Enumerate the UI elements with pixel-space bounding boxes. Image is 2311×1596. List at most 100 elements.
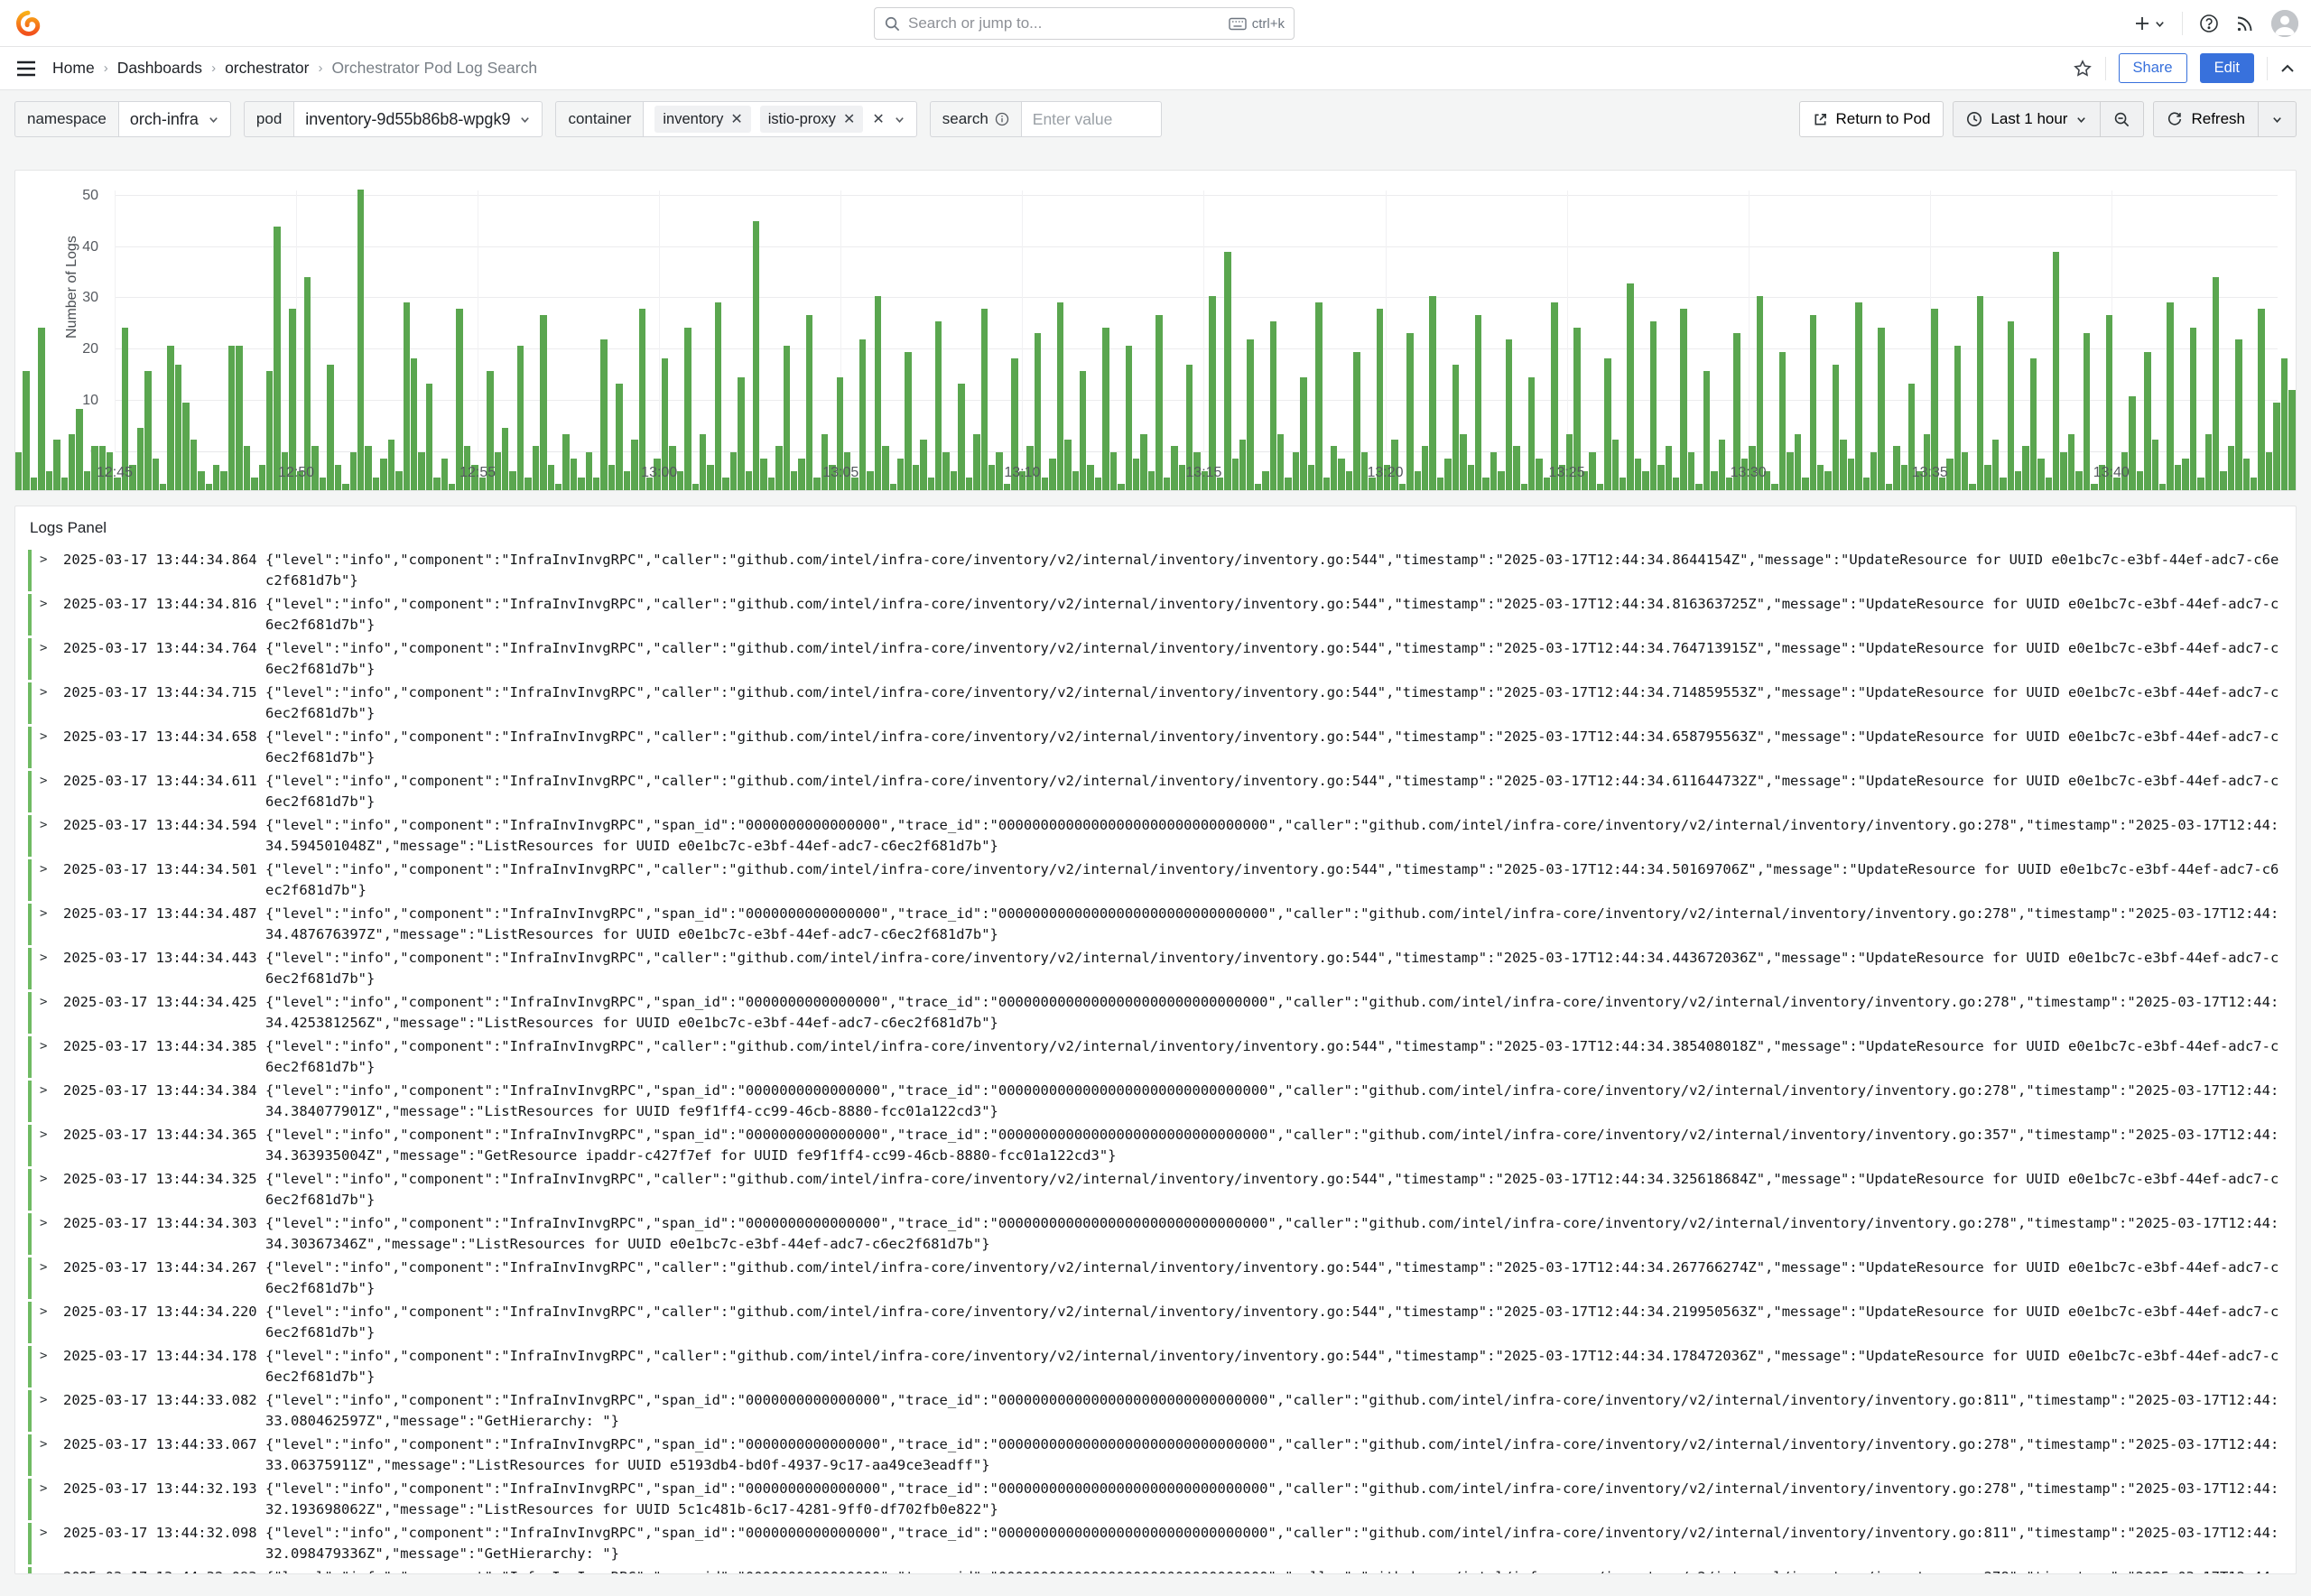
log-expand-chevron-icon[interactable]: > [40,948,63,969]
log-timestamp: 2025-03-17 13:44:34.267 [63,1257,265,1278]
collapse-chevron-up-icon[interactable] [2280,63,2295,74]
chart-bars[interactable] [15,171,2296,490]
log-timestamp: 2025-03-17 13:44:34.178 [63,1346,265,1367]
global-search-input[interactable]: Search or jump to... ctrl+k [874,7,1295,40]
log-expand-chevron-icon[interactable]: > [40,1523,63,1544]
share-button[interactable]: Share [2119,53,2187,83]
breadcrumb-dashboards[interactable]: Dashboards [117,59,202,78]
log-count-bar[interactable] [2213,277,2219,490]
log-count-bar[interactable] [2288,390,2295,490]
log-expand-chevron-icon[interactable]: > [40,1213,63,1234]
log-count-bar[interactable] [449,484,455,490]
log-count-bar[interactable] [1969,484,1975,490]
log-expand-chevron-icon[interactable]: > [40,1036,63,1057]
return-to-pod-button[interactable]: Return to Pod [1799,101,1944,137]
log-expand-chevron-icon[interactable]: > [40,771,63,792]
remove-chip-icon[interactable]: ✕ [843,110,855,128]
log-count-bar[interactable] [342,484,348,490]
log-expand-chevron-icon[interactable]: > [40,1390,63,1411]
log-expand-chevron-icon[interactable]: > [40,1125,63,1146]
log-count-bar[interactable] [53,440,60,490]
log-count-bar[interactable] [357,190,364,490]
log-count-bar[interactable] [304,277,311,490]
log-count-bar[interactable] [555,484,562,490]
refresh-button[interactable]: Refresh [2153,101,2259,137]
log-expand-chevron-icon[interactable]: > [40,815,63,836]
log-expand-chevron-icon[interactable]: > [40,1346,63,1367]
log-expand-chevron-icon[interactable]: > [40,1257,63,1278]
news-rss-icon[interactable] [2235,14,2255,33]
log-expand-chevron-icon[interactable]: > [40,682,63,703]
log-count-bar[interactable] [2159,484,2166,490]
log-count-bar[interactable] [1004,484,1010,490]
log-expand-chevron-icon[interactable]: > [40,859,63,880]
log-count-bar[interactable] [753,221,759,490]
favorite-star-icon[interactable] [2073,59,2093,79]
namespace-select[interactable]: orch-infra [118,101,231,137]
clear-all-icon[interactable]: ✕ [872,110,884,128]
container-label: container [555,101,643,137]
log-message: {"level":"info","component":"InfraInvInv… [265,948,2283,989]
edit-button[interactable]: Edit [2200,53,2254,83]
pod-select[interactable]: inventory-9d55b86b8-wpgk9 [293,101,543,137]
log-count-bar[interactable] [1695,484,1702,490]
log-count-bar[interactable] [890,484,896,490]
log-count-bar[interactable] [15,452,22,490]
breadcrumb-home[interactable]: Home [52,59,95,78]
log-expand-chevron-icon[interactable]: > [40,727,63,747]
log-timestamp: 2025-03-17 13:44:34.864 [63,550,265,571]
log-count-bar[interactable] [2053,252,2059,490]
zoom-out-time-button[interactable] [2101,101,2144,137]
container-select[interactable]: inventory ✕ istio-proxy ✕ ✕ [643,101,916,137]
log-count-bar[interactable] [1224,252,1230,490]
new-button[interactable] [2134,15,2166,32]
refresh-interval-dropdown[interactable] [2259,101,2297,137]
log-count-bar[interactable] [23,371,29,490]
log-expand-chevron-icon[interactable]: > [40,1479,63,1499]
log-count-bar[interactable] [160,484,166,490]
log-expand-chevron-icon[interactable]: > [40,594,63,615]
log-count-bar[interactable] [1118,484,1124,490]
menu-toggle-icon[interactable] [16,60,36,77]
log-count-bar[interactable] [1886,484,1892,490]
log-count-bar[interactable] [84,471,90,490]
log-count-bar[interactable] [1521,484,1527,490]
log-expand-chevron-icon[interactable]: > [40,1434,63,1455]
log-expand-chevron-icon[interactable]: > [40,1169,63,1190]
remove-chip-icon[interactable]: ✕ [730,110,742,128]
log-count-bar[interactable] [1255,484,1261,490]
log-count-bar[interactable] [1771,484,1777,490]
log-expand-chevron-icon[interactable]: > [40,1081,63,1101]
zoom-out-icon [2113,111,2130,128]
x-tick-label: 13:00 [641,465,677,481]
log-row: >2025-03-17 13:44:34.385{"level":"info",… [28,1036,2283,1078]
log-expand-chevron-icon[interactable]: > [40,1302,63,1322]
user-avatar[interactable] [2271,10,2298,37]
log-count-bar[interactable] [1627,283,1633,490]
namespace-filter: namespace orch-infra [14,101,231,137]
log-count-bar[interactable] [206,484,212,490]
log-count-bar[interactable] [76,409,82,490]
breadcrumb-orchestrator[interactable]: orchestrator [225,59,309,78]
log-count-bar[interactable] [692,484,699,490]
log-count-bar[interactable] [1399,484,1406,490]
log-expand-chevron-icon[interactable]: > [40,1567,63,1574]
log-count-bar[interactable] [61,478,68,490]
log-expand-chevron-icon[interactable]: > [40,638,63,659]
log-count-bar[interactable] [38,328,44,490]
log-count-bar[interactable] [2281,358,2288,490]
log-count-bar[interactable] [69,434,75,490]
log-count-bar[interactable] [31,478,37,490]
search-value-input[interactable] [1033,110,1150,129]
log-count-bar[interactable] [2091,484,2097,490]
log-count-bar[interactable] [46,471,52,490]
log-expand-chevron-icon[interactable]: > [40,992,63,1013]
log-expand-chevron-icon[interactable]: > [40,550,63,571]
log-expand-chevron-icon[interactable]: > [40,904,63,924]
log-count-bar[interactable] [274,227,280,490]
log-count-bar[interactable] [1597,484,1603,490]
x-tick-label: 13:05 [822,465,859,481]
help-icon[interactable] [2199,14,2219,33]
time-range-picker[interactable]: Last 1 hour [1953,101,2101,137]
grafana-logo[interactable] [14,10,42,37]
